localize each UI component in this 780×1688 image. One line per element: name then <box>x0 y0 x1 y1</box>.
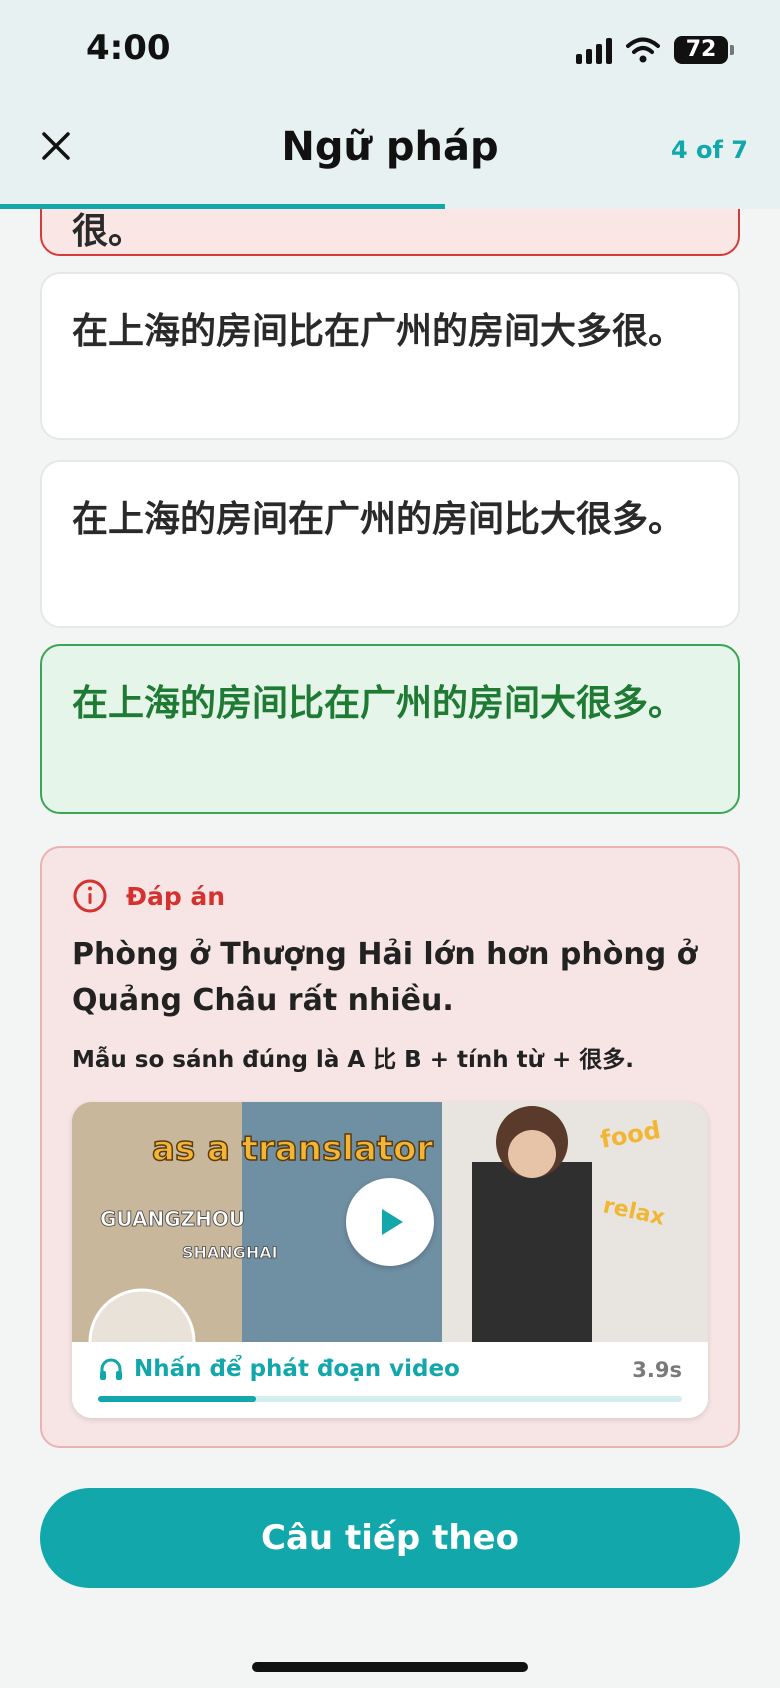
thumb-city-2: SHANGHAI <box>182 1243 278 1262</box>
thumb-city-1: GUANGZHOU <box>100 1207 245 1231</box>
next-question-button[interactable]: Câu tiếp theo <box>40 1488 740 1588</box>
answer-header: Đáp án <box>72 878 225 914</box>
video-play-hint[interactable]: Nhấn để phát đoạn video <box>98 1356 460 1382</box>
status-time: 4:00 <box>86 28 171 68</box>
answer-option-correct[interactable]: 在上海的房间比在广州的房间大很多。 <box>40 644 740 814</box>
battery-icon: 72 <box>674 36 734 64</box>
info-icon <box>73 879 107 913</box>
video-duration: 3.9s <box>632 1358 682 1382</box>
option-text: 在上海的房间比在广州的房间大多很。 <box>72 311 685 352</box>
video-hint-text: Nhấn để phát đoạn video <box>134 1356 460 1382</box>
answer-note: Mẫu so sánh đúng là A 比 B + tính từ + 很多… <box>72 1047 635 1073</box>
page-title: Ngữ pháp <box>281 124 499 170</box>
video-progress-fill <box>98 1396 256 1402</box>
option-text: 在上海的房间比在广州的房间大很多。 <box>72 683 685 724</box>
thumb-title: as a translator <box>152 1129 433 1169</box>
video-controls: Nhấn để phát đoạn video 3.9s <box>72 1342 708 1418</box>
top-bar: 4:00 72 Ngữ pháp 4 of 7 <box>0 0 780 209</box>
answer-label: Đáp án <box>126 881 226 911</box>
status-icons: 72 <box>576 36 734 64</box>
video-progress-track[interactable] <box>98 1396 682 1402</box>
lesson-progress-fill <box>0 204 445 209</box>
answer-translation: Phòng ở Thượng Hải lớn hơn phòng ở Quảng… <box>72 937 698 1018</box>
lesson-progress-bar <box>0 204 780 209</box>
video-thumbnail: as a translator GUANGZHOU SHANGHAI food … <box>72 1102 708 1342</box>
answer-explanation-card: Đáp án Phòng ở Thượng Hải lớn hơn phòng … <box>40 846 740 1448</box>
home-indicator <box>252 1662 528 1672</box>
option-text: 在上海的房间在广州的房间比大很多。 <box>72 499 685 540</box>
answer-option-1[interactable]: 在上海的房间比在广州的房间大多很。 <box>40 272 740 440</box>
video-card[interactable]: as a translator GUANGZHOU SHANGHAI food … <box>72 1102 708 1418</box>
answer-option-2[interactable]: 在上海的房间在广州的房间比大很多。 <box>40 460 740 628</box>
question-progress-count: 4 of 7 <box>670 136 748 164</box>
wifi-icon <box>626 37 660 63</box>
option-text: 很。 <box>72 211 145 252</box>
cellular-signal-icon <box>576 36 612 64</box>
headphones-icon <box>100 1358 122 1380</box>
play-icon <box>382 1209 403 1235</box>
play-button[interactable] <box>346 1178 434 1266</box>
